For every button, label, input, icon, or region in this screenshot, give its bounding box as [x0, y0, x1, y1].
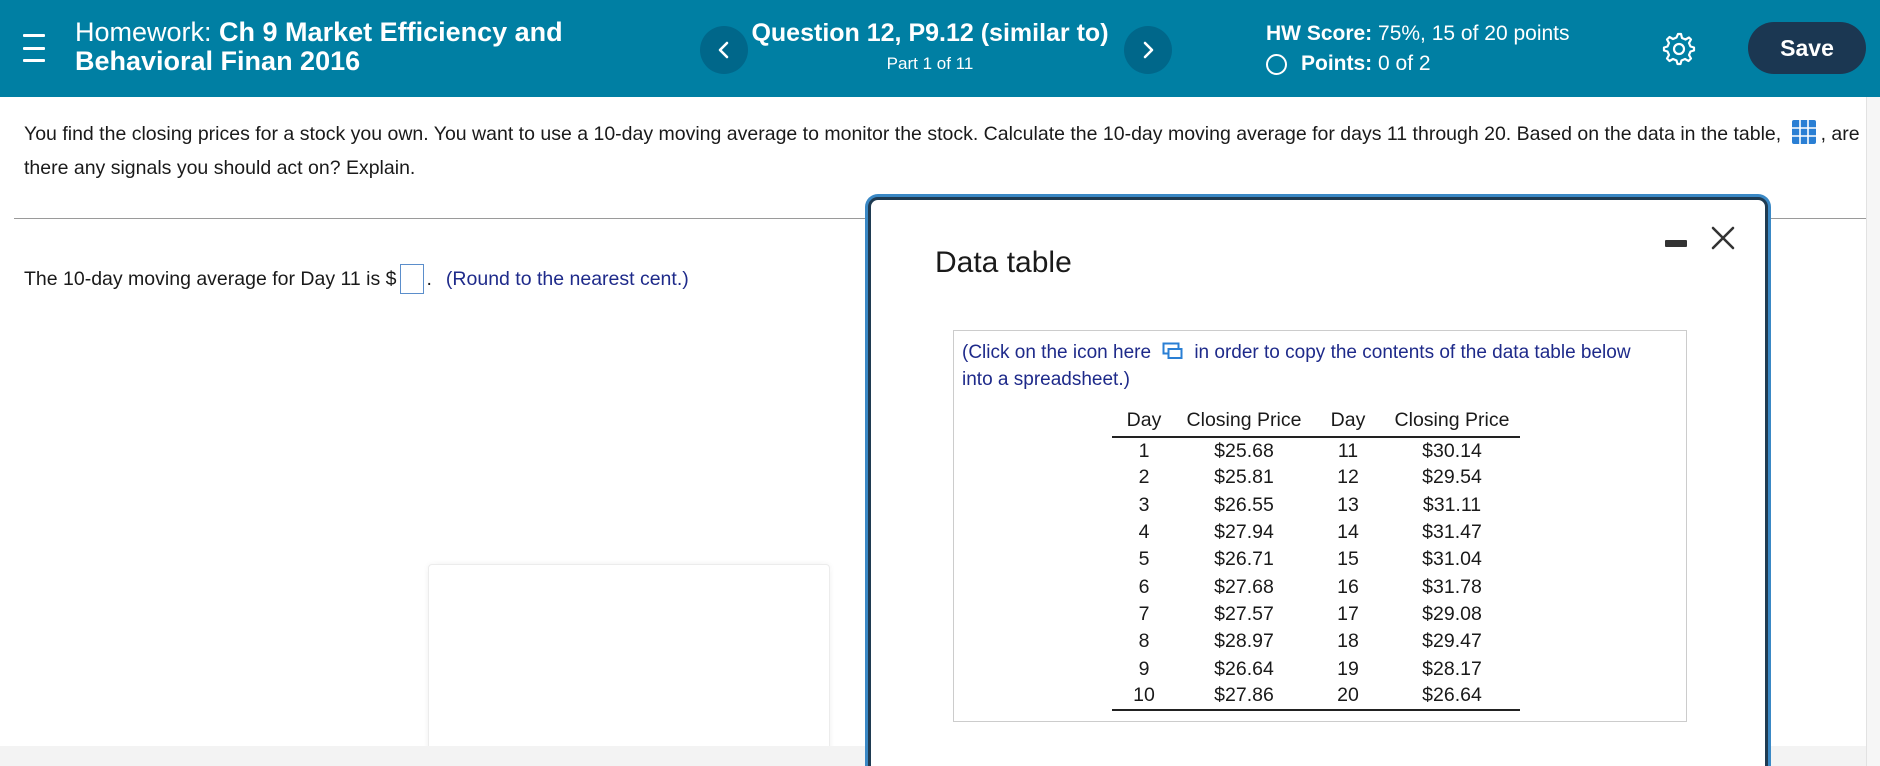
table-row: 1 $25.68 11 $30.14 — [1112, 437, 1520, 464]
cell-closing-price: $27.86 — [1176, 682, 1312, 711]
question-info: Question 12, P9.12 (similar to) Part 1 o… — [740, 18, 1120, 74]
cell-day-2: 18 — [1337, 630, 1359, 653]
cell-closing-price: $27.57 — [1214, 602, 1274, 625]
cell-day: 4 — [1138, 521, 1150, 544]
cell-closing-price-2: $29.54 — [1422, 466, 1482, 489]
blank-panel — [428, 564, 830, 766]
cell-day: 2 — [1138, 466, 1150, 489]
hamburger-menu-icon[interactable] — [18, 30, 50, 66]
cell-closing-price: $27.94 — [1214, 521, 1274, 544]
header-day-2: Day — [1312, 407, 1384, 438]
cell-closing-price: $25.68 — [1214, 439, 1274, 462]
answer-suffix: . — [426, 267, 432, 290]
save-button[interactable]: Save — [1748, 22, 1866, 74]
scrollbar[interactable] — [1866, 97, 1880, 766]
question-part: Part 1 of 11 — [886, 54, 974, 73]
cell-closing-price-2: $28.17 — [1422, 657, 1482, 680]
cell-closing-price: $27.68 — [1214, 575, 1274, 598]
chevron-left-icon — [718, 41, 729, 59]
cell-day-2: 19 — [1337, 657, 1359, 680]
minimize-icon[interactable] — [1665, 240, 1687, 247]
cell-day: 10 — [1112, 682, 1176, 711]
close-icon[interactable] — [1709, 224, 1737, 252]
hw-score-label: HW Score: — [1266, 22, 1373, 45]
cell-closing-price-2: $29.08 — [1422, 602, 1482, 625]
next-question-button[interactable] — [1124, 26, 1172, 74]
gear-icon[interactable] — [1660, 30, 1696, 66]
table-row: 9 $26.64 19 $28.17 — [1112, 655, 1520, 682]
table-row: 8 $28.97 18 $29.47 — [1112, 628, 1520, 655]
cell-closing-price: $25.81 — [1214, 466, 1274, 489]
cell-closing-price: $26.55 — [1214, 493, 1274, 516]
question-title: Question 12, P9.12 (similar to) — [751, 19, 1109, 47]
cell-day-2: 17 — [1337, 602, 1359, 625]
homework-name-line1: Ch 9 Market Efficiency and — [219, 17, 563, 47]
answer-prefix: The 10-day moving average for Day 11 is … — [24, 267, 397, 290]
homework-title: Homework: Ch 9 Market Efficiency and Beh… — [75, 18, 563, 76]
rounding-hint: (Round to the nearest cent.) — [445, 267, 689, 290]
question-text-part1: You find the closing prices for a stock … — [24, 123, 1782, 145]
cell-day-2: 13 — [1337, 493, 1359, 516]
chevron-right-icon — [1143, 41, 1154, 59]
cell-closing-price-2: $30.14 — [1422, 439, 1482, 462]
points-label: Points: — [1301, 52, 1373, 75]
homework-name-line2: Behavioral Finan 2016 — [75, 46, 361, 76]
copy-to-spreadsheet-icon[interactable] — [1162, 342, 1184, 360]
app-window: Homework: Ch 9 Market Efficiency and Beh… — [0, 0, 1880, 766]
cell-closing-price-2: $29.47 — [1422, 630, 1482, 653]
cell-day-2: 15 — [1337, 548, 1359, 571]
table-row: 4 $27.94 14 $31.47 — [1112, 519, 1520, 546]
data-table-box: (Click on the icon here in order to copy… — [953, 330, 1687, 722]
points: Points: 0 of 2 — [1266, 52, 1570, 76]
cell-day-2: 20 — [1312, 682, 1384, 711]
copy-note: (Click on the icon here in order to copy… — [962, 339, 1662, 393]
answer-line: The 10-day moving average for Day 11 is … — [24, 264, 689, 294]
score-block: HW Score: 75%, 15 of 20 points Points: 0… — [1266, 22, 1570, 76]
cell-day-2: 11 — [1337, 439, 1359, 462]
cell-closing-price-2: $31.04 — [1422, 548, 1482, 571]
cell-closing-price: $28.97 — [1214, 630, 1274, 653]
moving-average-input[interactable] — [399, 264, 424, 294]
incomplete-circle-icon — [1266, 53, 1287, 75]
cell-day: 5 — [1138, 548, 1150, 571]
table-row: 10 $27.86 20 $26.64 — [1112, 682, 1520, 711]
cell-closing-price: $26.64 — [1214, 657, 1274, 680]
closing-prices-table: Day Closing Price Day Closing Price 1 $25… — [1112, 407, 1520, 711]
hw-score: HW Score: 75%, 15 of 20 points — [1266, 22, 1570, 46]
cell-closing-price-2: $31.47 — [1422, 521, 1482, 544]
table-row: 7 $27.57 17 $29.08 — [1112, 601, 1520, 628]
header-closing-price-2: Closing Price — [1384, 407, 1520, 438]
table-row: 3 $26.55 13 $31.11 — [1112, 492, 1520, 519]
points-value: 0 of 2 — [1378, 52, 1431, 75]
header-closing-price: Closing Price — [1176, 407, 1312, 438]
table-row: 2 $25.81 12 $29.54 — [1112, 464, 1520, 491]
cell-closing-price: $26.71 — [1214, 548, 1274, 571]
cell-day-2: 14 — [1337, 521, 1359, 544]
header-bar: Homework: Ch 9 Market Efficiency and Beh… — [0, 0, 1880, 97]
hw-score-value: 75%, 15 of 20 points — [1378, 22, 1570, 45]
homework-prefix: Homework: — [75, 17, 212, 47]
data-table-dialog: Data table (Click on the icon here in or… — [868, 197, 1768, 766]
table-header-row: Day Closing Price Day Closing Price — [1112, 407, 1520, 438]
cell-closing-price-2: $26.64 — [1384, 682, 1520, 711]
copy-note-before: (Click on the icon here — [962, 342, 1152, 363]
cell-day: 9 — [1138, 657, 1150, 680]
table-row: 5 $26.71 15 $31.04 — [1112, 546, 1520, 573]
cell-closing-price-2: $31.11 — [1422, 493, 1482, 516]
cell-day: 3 — [1138, 493, 1150, 516]
cell-day-2: 16 — [1337, 575, 1359, 598]
cell-day: 6 — [1138, 575, 1150, 598]
dialog-title: Data table — [935, 246, 1072, 279]
table-row: 6 $27.68 16 $31.78 — [1112, 573, 1520, 600]
cell-day: 1 — [1138, 439, 1150, 462]
table-grid-icon[interactable] — [1791, 119, 1817, 145]
question-text: You find the closing prices for a stock … — [24, 117, 1874, 185]
cell-day: 7 — [1138, 602, 1150, 625]
header-day: Day — [1112, 407, 1176, 438]
cell-day: 8 — [1138, 630, 1150, 653]
cell-day-2: 12 — [1337, 466, 1359, 489]
cell-closing-price-2: $31.78 — [1422, 575, 1482, 598]
